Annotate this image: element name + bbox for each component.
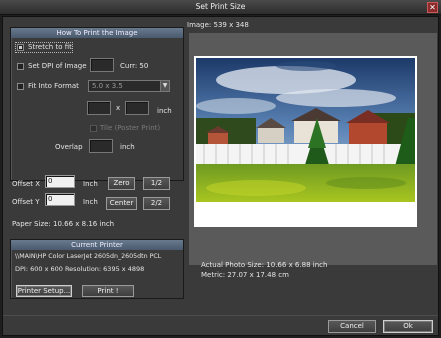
metric-size: Metric: 27.07 x 17.48 cm	[201, 271, 289, 279]
chevron-down-icon[interactable]: ▼	[160, 81, 169, 91]
format-width-input[interactable]	[87, 101, 111, 115]
ok-button[interactable]: Ok	[383, 320, 433, 333]
tile-checkbox[interactable]	[90, 125, 97, 132]
printer-setup-button[interactable]: Printer Setup...	[16, 285, 72, 297]
fit-format-checkbox[interactable]	[17, 83, 24, 90]
format-select[interactable]: 5.0 x 3.5 ▼	[88, 80, 170, 92]
dialog-body: How To Print the Image Stretch to fit Se…	[2, 16, 439, 336]
stretch-label[interactable]: Stretch to fit	[28, 43, 72, 51]
dpi-input[interactable]	[90, 58, 114, 72]
printer-panel: Current Printer \\MAIN\HP Color LaserJet…	[10, 239, 184, 299]
paper-size-label: Paper Size: 10.66 x 8.16 inch	[12, 220, 115, 228]
offset-x-label: Offset X	[12, 180, 41, 188]
actual-photo-size: Actual Photo Size: 10.66 x 6.88 inch	[201, 261, 328, 269]
dpi-checkbox[interactable]	[17, 63, 24, 70]
printer-header: Current Printer	[11, 240, 183, 250]
close-icon[interactable]: ✕	[427, 2, 438, 13]
printer-dpi-info: DPI: 600 x 600 Resolution: 6395 x 4898	[15, 265, 145, 273]
dpi-label[interactable]: Set DPI of Image	[28, 62, 87, 70]
offset-y-input[interactable]: 0	[45, 193, 75, 206]
fit-format-label[interactable]: Fit Into Format	[28, 82, 79, 90]
format-height-input[interactable]	[125, 101, 149, 115]
offset-x-unit: Inch	[83, 180, 98, 188]
print-preview-area	[189, 33, 437, 265]
half-button[interactable]: 1/2	[143, 177, 170, 190]
dpi-current: Curr: 50	[120, 62, 149, 70]
two-half-button[interactable]: 2/2	[143, 197, 170, 210]
how-to-print-header: How To Print the Image	[11, 28, 183, 38]
format-x-label: x	[116, 104, 121, 112]
offset-x-input[interactable]: 0	[45, 175, 75, 188]
title-bar: Set Print Size ✕	[0, 0, 441, 15]
photo-preview	[196, 58, 415, 202]
zero-button[interactable]: Zero	[108, 177, 135, 190]
format-unit-label: inch	[157, 107, 172, 115]
footer-separator	[3, 315, 438, 316]
image-size-label: Image: 539 x 348	[187, 21, 249, 29]
photo-thumbnail	[196, 58, 415, 202]
tile-label: Tile (Poster Print)	[100, 124, 161, 132]
window-title: Set Print Size	[195, 2, 246, 11]
center-button[interactable]: Center	[106, 197, 137, 210]
paper-preview	[194, 56, 417, 227]
overlap-label: Overlap	[55, 143, 83, 151]
offset-y-unit: Inch	[83, 198, 98, 206]
overlap-unit-label: inch	[120, 143, 135, 151]
stretch-checkbox[interactable]	[17, 44, 24, 51]
format-select-value: 5.0 x 3.5	[92, 82, 123, 90]
overlap-input[interactable]	[89, 139, 113, 153]
how-to-print-panel: How To Print the Image Stretch to fit Se…	[10, 27, 184, 181]
print-button[interactable]: Print !	[82, 285, 134, 297]
offset-y-label: Offset Y	[12, 198, 40, 206]
printer-name: \\MAIN\HP Color LaserJet 2605dn_2605dtn …	[15, 253, 162, 260]
cancel-button[interactable]: Cancel	[328, 320, 376, 333]
